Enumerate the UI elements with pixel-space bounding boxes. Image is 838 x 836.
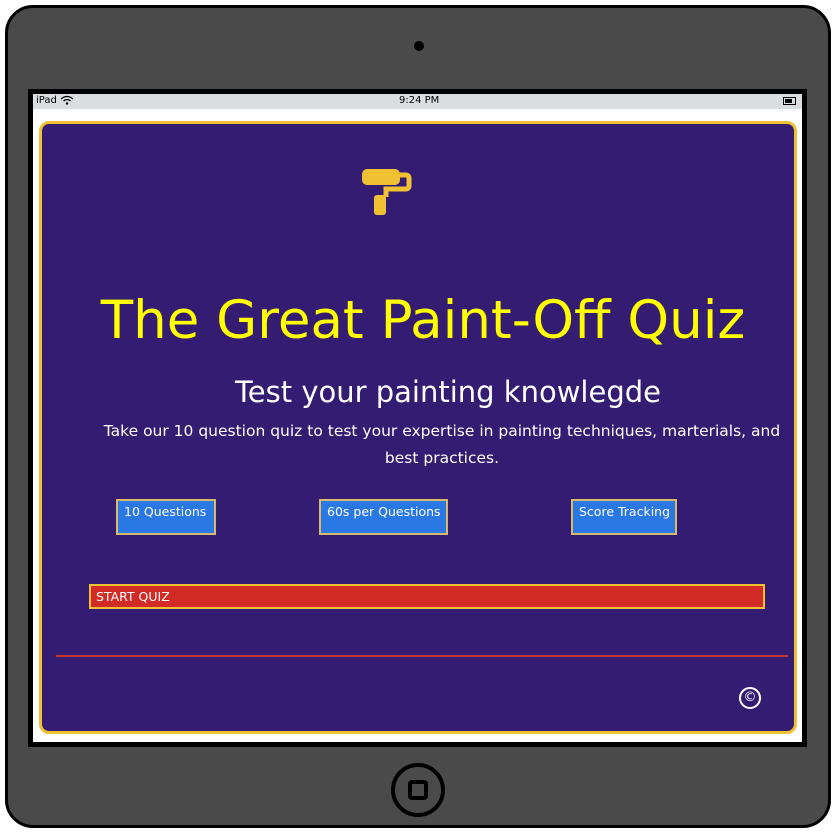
feature-questions-badge: 10 Questions [116, 499, 216, 535]
wifi-icon [60, 95, 74, 108]
page-subtitle: Test your painting knowlegde [235, 375, 661, 409]
status-time: 9:24 PM [399, 95, 440, 106]
screen: iPad 9:24 PM The Great Paint-Off Quiz Te… [33, 94, 802, 742]
feature-score-badge: Score Tracking [571, 499, 677, 535]
battery-icon [783, 97, 796, 105]
paint-roller-icon [362, 169, 412, 215]
camera-icon [414, 41, 424, 51]
feature-time-badge: 60s per Questions [319, 499, 448, 535]
page-description: Take our 10 question quiz to test your e… [103, 422, 781, 467]
divider [56, 655, 788, 657]
carrier-label: iPad [36, 95, 57, 106]
start-quiz-button[interactable]: START QUIZ [89, 584, 765, 609]
quiz-card: The Great Paint-Off Quiz Test your paint… [39, 121, 797, 734]
home-button[interactable] [391, 763, 445, 817]
home-square-icon [408, 780, 428, 800]
status-bar: iPad 9:24 PM [33, 94, 802, 109]
page-title: The Great Paint-Off Quiz [100, 290, 746, 351]
copyright-icon: © [739, 687, 761, 709]
